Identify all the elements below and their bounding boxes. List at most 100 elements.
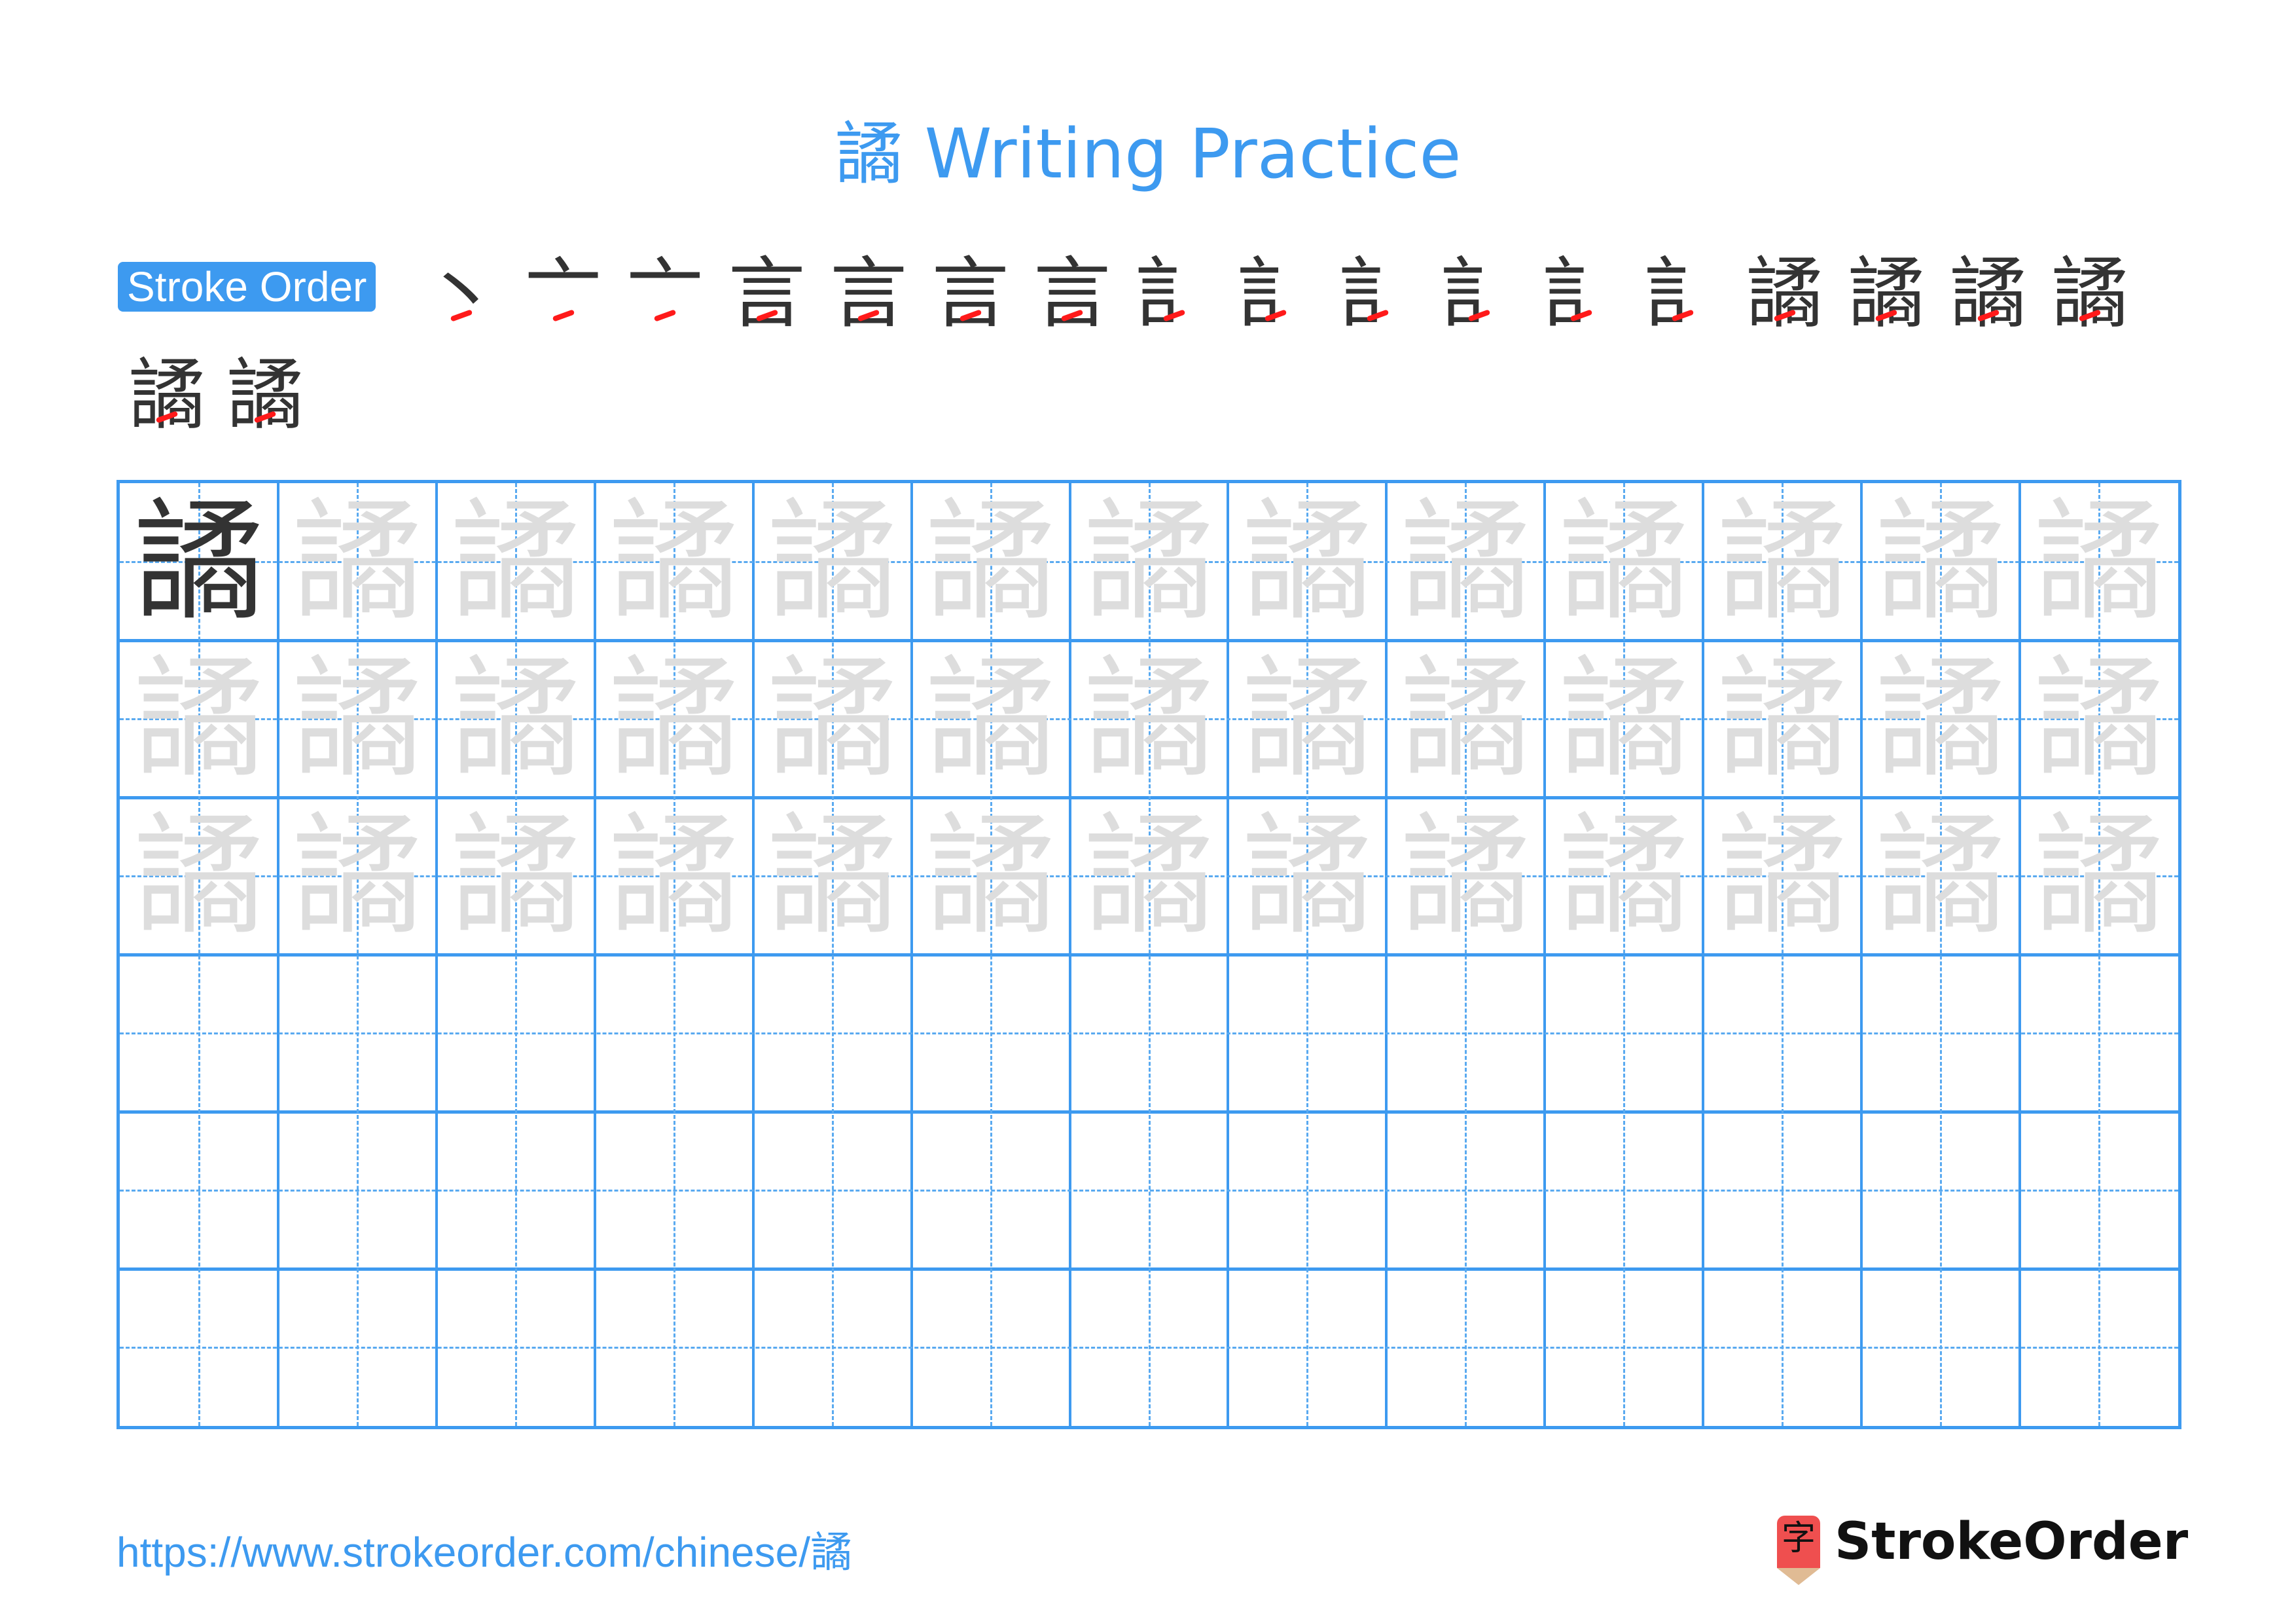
empty-practice-cell [1545,1269,1703,1426]
empty-practice-cell [1070,955,1229,1112]
trace-character: 譎 [1400,643,1532,795]
empty-practice-cell [595,1112,753,1269]
empty-practice-cell [912,955,1070,1112]
stroke-step-glyph: 訁 [1542,248,1620,338]
empty-practice-cell [753,1112,912,1269]
stroke-step-17: 譎 [2041,247,2139,339]
empty-practice-cell [1703,1269,1861,1426]
trace-character: 譎 [1083,643,1215,795]
trace-character: 譎 [608,486,740,638]
empty-practice-cell [278,1112,437,1269]
empty-practice-cell [912,1269,1070,1426]
empty-practice-cell [595,1269,753,1426]
stroke-step-glyph: 亠 [524,248,602,338]
trace-character: 譎 [2034,486,2165,638]
trace-character: 譎 [1242,486,1373,638]
stroke-step-7: 言 [1023,247,1121,339]
empty-practice-cell [1070,1269,1229,1426]
empty-practice-cell [912,1112,1070,1269]
empty-practice-cell [1386,1112,1545,1269]
stroke-step-11: 訁 [1430,247,1528,339]
empty-practice-cell [437,955,595,1112]
trace-character: 譎 [1083,486,1215,638]
empty-practice-cell [2020,1269,2178,1426]
stroke-step-glyph: 譎 [1746,248,1823,338]
empty-practice-cell [2020,955,2178,1112]
trace-character: 譎 [291,643,423,795]
stroke-step-glyph: 訁 [1135,248,1213,338]
trace-character: 譎 [450,643,581,795]
empty-practice-cell [1386,955,1545,1112]
empty-practice-cell [1703,1112,1861,1269]
stroke-step-12: 訁 [1532,247,1630,339]
trace-character: 譎 [608,643,740,795]
empty-practice-cell [1228,955,1386,1112]
stroke-step-glyph: 譎 [1847,248,1925,338]
trace-character: 譎 [450,800,581,953]
empty-practice-cell [120,1269,278,1426]
trace-character: 譎 [1717,486,1848,638]
trace-character: 譎 [1875,486,2007,638]
stroke-step-glyph: 言 [728,248,806,338]
stroke-step-4: 言 [718,247,816,339]
model-character: 譎 [133,486,264,638]
stroke-step-9: 訁 [1227,247,1325,339]
empty-practice-cell [1386,1269,1545,1426]
footer-url-link[interactable]: https://www.strokeorder.com/chinese/譎 [117,1519,852,1579]
stroke-step-6: 言 [922,247,1020,339]
stroke-step-14: 譎 [1736,247,1834,339]
stroke-step-glyph: 訁 [1338,248,1416,338]
stroke-step-glyph: 言 [931,248,1009,338]
empty-practice-cell [1861,1112,2020,1269]
trace-character: 譎 [1717,800,1848,953]
stroke-step-10: 訁 [1329,247,1427,339]
trace-character: 譎 [1242,800,1373,953]
trace-character: 譎 [291,486,423,638]
empty-practice-cell [1070,1112,1229,1269]
trace-character: 譎 [2034,800,2165,953]
stroke-step-16: 譎 [1939,247,2037,339]
logo-text: StrokeOrder [1835,1512,2189,1571]
stroke-step-glyph: 言 [1033,248,1111,338]
empty-practice-cell [1861,1269,2020,1426]
empty-practice-cell [753,955,912,1112]
trace-character: 譎 [766,643,898,795]
stroke-step-glyph: 訁 [1440,248,1518,338]
stroke-step-1: 丶 [412,247,511,339]
trace-character: 譎 [1875,800,2007,953]
empty-practice-cell [595,955,753,1112]
stroke-step-8: 訁 [1125,247,1223,339]
trace-character: 譎 [1558,643,1690,795]
stroke-step-19: 譎 [216,349,314,441]
empty-practice-cell [753,1269,912,1426]
empty-practice-cell [278,955,437,1112]
trace-character: 譎 [766,486,898,638]
trace-character: 譎 [1717,643,1848,795]
trace-character: 譎 [925,643,1056,795]
pencil-logo-icon: 字 [1777,1516,1820,1585]
stroke-step-glyph: 譎 [2051,248,2128,338]
stroke-step-18: 譎 [118,349,216,441]
stroke-step-glyph: 訁 [1236,248,1314,338]
empty-practice-cell [1861,955,2020,1112]
empty-practice-cell [120,1112,278,1269]
stroke-step-glyph: 譎 [1949,248,2027,338]
stroke-order-label: Stroke Order [118,262,376,312]
trace-character: 譎 [133,800,264,953]
stroke-step-glyph: 訁 [1643,248,1721,338]
stroke-step-13: 訁 [1634,247,1732,339]
page-title: 譎 Writing Practice [834,114,1462,194]
trace-character: 譎 [1083,800,1215,953]
empty-practice-cell [1228,1112,1386,1269]
trace-character: 譎 [291,800,423,953]
strokeorder-logo[interactable]: 字 StrokeOrder [1777,1506,2189,1585]
stroke-step-15: 譎 [1837,247,1935,339]
trace-character: 譎 [450,486,581,638]
stroke-step-glyph: 譎 [128,350,206,440]
empty-practice-cell [1228,1269,1386,1426]
trace-character: 譎 [608,800,740,953]
trace-character: 譎 [2034,643,2165,795]
trace-character: 譎 [1400,800,1532,953]
empty-practice-cell [2020,1112,2178,1269]
trace-character: 譎 [1400,486,1532,638]
